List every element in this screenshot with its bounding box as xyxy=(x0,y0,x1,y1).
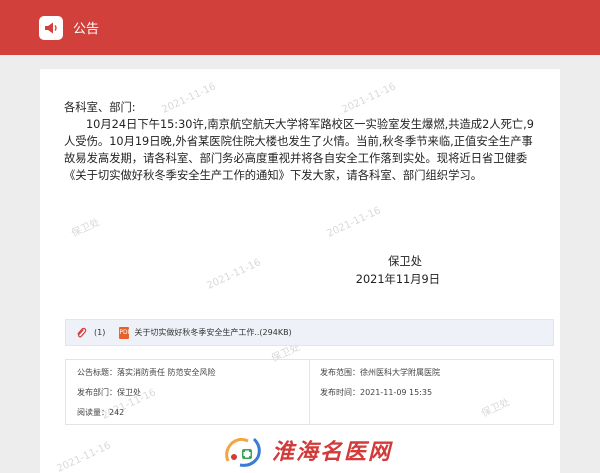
meta-divider xyxy=(309,360,310,424)
notice-body: 各科室、部门: 10月24日下午15:30许,南京航空航天大学将军路校区一实验室… xyxy=(64,99,536,184)
meta-subject-value: 落实消防责任 防范安全风险 xyxy=(117,368,216,377)
meta-publisher: 发布部门：保卫处 xyxy=(77,388,141,397)
announcement-icon xyxy=(39,15,63,40)
logo-text: 淮海名医网 xyxy=(272,439,393,465)
watermark-date: 2021-11-16 xyxy=(325,205,383,240)
logo-mark-icon xyxy=(225,437,261,467)
paperclip-icon xyxy=(74,326,88,340)
meta-time: 发布时间：2021-11-09 15:35 xyxy=(320,388,433,397)
watermark-dept: 保卫处 xyxy=(69,216,102,240)
signature-department: 保卫处 xyxy=(388,255,422,268)
meta-views: 阅读量：242 xyxy=(77,408,125,417)
notice-paragraph: 10月24日下午15:30许,南京航空航天大学将军路校区一实验室发生爆燃,共造成… xyxy=(64,118,534,182)
watermark-date: 2021-11-16 xyxy=(205,257,263,292)
site-logo: 淮海名医网 xyxy=(222,431,392,469)
signature-date: 2021年11月9日 xyxy=(355,273,440,286)
page-header: 公告 xyxy=(0,0,600,55)
meta-subject: 公告标题：落实消防责任 防范安全风险 xyxy=(77,368,216,377)
attachment-count: (1) xyxy=(94,328,106,337)
notice-salutation: 各科室、部门: xyxy=(64,101,136,114)
notice-panel: 2021-11-16 2021-11-16 保卫处 2021-11-16 202… xyxy=(40,69,560,473)
notice-meta-box: 公告标题：落实消防责任 防范安全风险 发布部门：保卫处 阅读量：242 发布范围… xyxy=(65,359,554,425)
meta-views-value: 242 xyxy=(109,408,125,417)
meta-scope: 发布范围：徐州医科大学附属医院 xyxy=(320,368,440,377)
meta-time-value: 2021-11-09 15:35 xyxy=(360,388,433,397)
pdf-file-icon: PDF xyxy=(119,326,131,339)
attachment-link[interactable]: 关于切实做好秋冬季安全生产工作..(294KB) xyxy=(134,327,291,338)
page-title: 公告 xyxy=(73,22,100,37)
watermark-date: 2021-11-16 xyxy=(55,440,113,473)
attachment-bar: (1) PDF 关于切实做好秋冬季安全生产工作..(294KB) xyxy=(65,319,554,346)
meta-publisher-value: 保卫处 xyxy=(117,388,141,397)
meta-scope-value: 徐州医科大学附属医院 xyxy=(360,368,440,377)
